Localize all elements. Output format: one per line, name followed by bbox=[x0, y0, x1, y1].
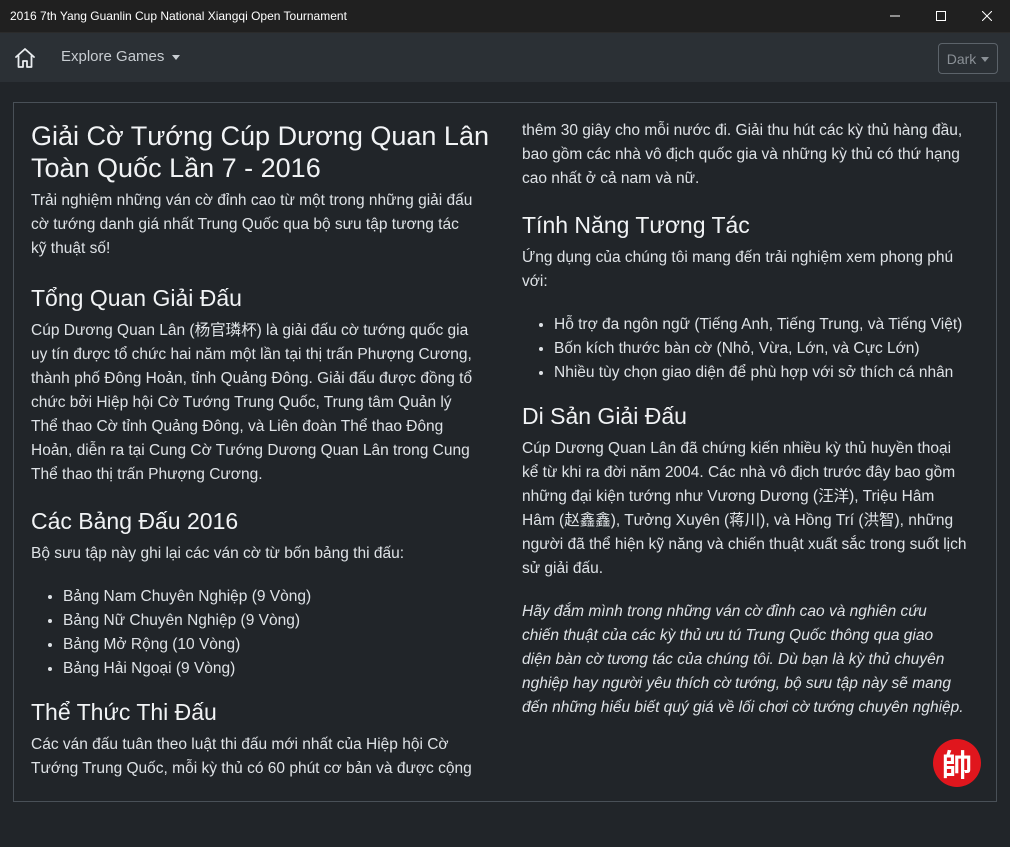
overview-line: Hoản, diễn ra tại Cung Cờ Tướng Dương Qu… bbox=[31, 442, 470, 459]
overview-line: uy tín được tổ chức hai năm một lần tại … bbox=[31, 346, 472, 363]
intro-line: cờ tướng danh giá nhất Trung Quốc qua bộ… bbox=[31, 216, 459, 233]
legacy-line: sử giải đấu. bbox=[522, 560, 604, 577]
navbar: Explore Games Dark bbox=[0, 33, 1010, 82]
intro-line: Trải nghiệm những ván cờ đỉnh cao từ một… bbox=[31, 192, 473, 209]
legacy-line: Cúp Dương Quan Lân đã chứng kiến nhiều k… bbox=[522, 440, 952, 457]
format-heading: Thể Thức Thi Đấu bbox=[31, 699, 217, 725]
format-line: bao gồm các nhà vô địch quốc gia và nhữn… bbox=[522, 146, 960, 163]
close-button[interactable] bbox=[964, 0, 1010, 33]
page-title-line2: Toàn Quốc Lần 7 - 2016 bbox=[31, 153, 321, 183]
closing-paragraph: Hãy đắm mình trong những ván cờ đỉnh cao… bbox=[522, 600, 964, 720]
list-item: Hỗ trợ đa ngôn ngữ (Tiếng Anh, Tiếng Tru… bbox=[554, 313, 962, 337]
theme-label: Dark bbox=[946, 50, 977, 67]
list-item: Bảng Mở Rộng (10 Vòng) bbox=[63, 633, 311, 657]
minimize-button[interactable] bbox=[872, 0, 918, 33]
format-line: Tướng Trung Quốc, mỗi kỳ thủ có 60 phút … bbox=[31, 760, 472, 777]
features-heading: Tính Năng Tương Tác bbox=[522, 212, 750, 238]
maximize-icon bbox=[936, 11, 946, 21]
list-item: Bảng Nữ Chuyên Nghiệp (9 Vòng) bbox=[63, 609, 311, 633]
overview-line: chức bởi Hiệp hội Cờ Tướng Trung Quốc, T… bbox=[31, 394, 452, 411]
legacy-line: kể từ khi ra đời năm 2004. Các nhà vô đị… bbox=[522, 464, 956, 481]
window-title: 2016 7th Yang Guanlin Cup National Xiang… bbox=[10, 9, 347, 23]
close-icon bbox=[982, 11, 992, 21]
caret-down-icon bbox=[981, 56, 990, 62]
divisions-heading: Các Bảng Đấu 2016 bbox=[31, 508, 239, 534]
list-item: Bảng Nam Chuyên Nghiệp (9 Vòng) bbox=[63, 585, 311, 609]
maximize-button[interactable] bbox=[918, 0, 964, 33]
features-intro: Ứng dụng của chúng tôi mang đến trải ngh… bbox=[522, 246, 953, 294]
format-paragraph-part1: Các ván đấu tuân theo luật thi đấu mới n… bbox=[31, 733, 472, 781]
overview-line: Cúp Dương Quan Lân (杨官璘杯) là giải đấu cờ… bbox=[31, 322, 469, 339]
closing-line: đến những hiểu biết quý giá về lối chơi … bbox=[522, 699, 964, 716]
closing-line: nghiệp hay người yêu thích cờ tướng, bộ … bbox=[522, 675, 951, 692]
closing-line: chiến thuật của các kỳ thủ ưu tú Trung Q… bbox=[522, 627, 934, 644]
explore-games-dropdown[interactable]: Explore Games bbox=[61, 48, 181, 65]
features-list: Hỗ trợ đa ngôn ngữ (Tiếng Anh, Tiếng Tru… bbox=[522, 313, 962, 385]
list-item: Bốn kích thước bàn cờ (Nhỏ, Vừa, Lớn, và… bbox=[554, 337, 962, 361]
intro-paragraph: Trải nghiệm những ván cờ đỉnh cao từ một… bbox=[31, 189, 472, 261]
closing-line: Hãy đắm mình trong những ván cờ đỉnh cao… bbox=[522, 603, 927, 620]
theme-dropdown[interactable]: Dark bbox=[938, 43, 998, 74]
features-intro-line: với: bbox=[522, 273, 548, 290]
overview-line: Thể thao thị trấn Phượng Cương. bbox=[31, 466, 263, 483]
closing-line: diện bàn cờ tương tác của chúng tôi. Dù … bbox=[522, 651, 945, 668]
legacy-line: Hâm (赵鑫鑫), Tưởng Xuyên (蒋川), và Hồng Trí… bbox=[522, 512, 954, 529]
format-line: Các ván đấu tuân theo luật thi đấu mới n… bbox=[31, 736, 449, 753]
overview-line: thành phố Đông Hoản, tỉnh Quảng Đông. Gi… bbox=[31, 370, 473, 387]
format-line: thêm 30 giây cho mỗi nước đi. Giải thu h… bbox=[522, 122, 963, 139]
list-item: Nhiều tùy chọn giao diện để phù hợp với … bbox=[554, 361, 962, 385]
legacy-line: những đại kiện tướng như Vương Dương (汪洋… bbox=[522, 488, 935, 505]
legacy-heading: Di Sản Giải Đấu bbox=[522, 403, 687, 429]
overview-heading: Tổng Quan Giải Đấu bbox=[31, 285, 242, 311]
page-title-line1: Giải Cờ Tướng Cúp Dương Quan Lân bbox=[31, 121, 489, 151]
list-item: Bảng Hải Ngoại (9 Vòng) bbox=[63, 657, 311, 681]
general-piece-seal-icon: 帥 bbox=[933, 739, 981, 787]
intro-line: kỹ thuật số! bbox=[31, 240, 111, 257]
home-button[interactable] bbox=[12, 45, 38, 71]
divisions-intro: Bộ sưu tập này ghi lại các ván cờ từ bốn… bbox=[31, 545, 405, 562]
window-titlebar: 2016 7th Yang Guanlin Cup National Xiang… bbox=[0, 0, 1010, 33]
legacy-line: người đã thể hiện kỹ năng và chiến thuật… bbox=[522, 536, 967, 553]
features-intro-line: Ứng dụng của chúng tôi mang đến trải ngh… bbox=[522, 249, 954, 266]
overview-line: Thể thao Cờ tỉnh Quảng Đông, và Liên đoà… bbox=[31, 418, 444, 435]
format-paragraph-part2: thêm 30 giây cho mỗi nước đi. Giải thu h… bbox=[522, 119, 962, 191]
home-icon bbox=[15, 48, 35, 68]
explore-games-label: Explore Games bbox=[61, 48, 165, 65]
content-card: Giải Cờ Tướng Cúp Dương Quan Lân Toàn Qu… bbox=[13, 102, 997, 802]
format-line: cao nhất ở cả nam và nữ. bbox=[522, 170, 700, 187]
overview-paragraph: Cúp Dương Quan Lân (杨官璘杯) là giải đấu cờ… bbox=[31, 319, 472, 487]
divisions-list: Bảng Nam Chuyên Nghiệp (9 Vòng) Bảng Nữ … bbox=[31, 585, 311, 681]
legacy-paragraph: Cúp Dương Quan Lân đã chứng kiến nhiều k… bbox=[522, 437, 966, 581]
caret-down-icon bbox=[172, 54, 181, 60]
minimize-icon bbox=[890, 15, 900, 17]
